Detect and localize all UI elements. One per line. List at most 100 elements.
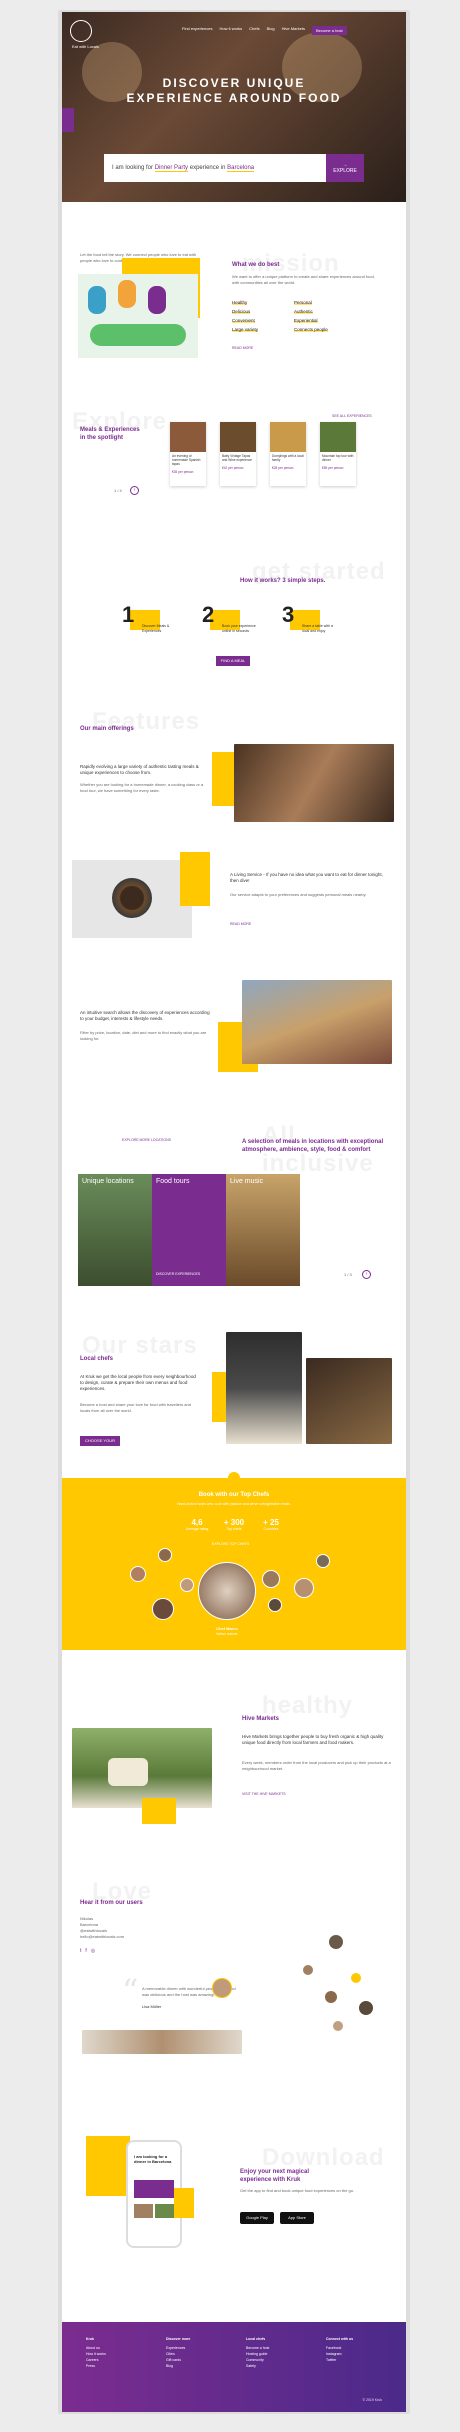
steps-title: How it works? 3 simple steps. (240, 578, 326, 584)
search-where-select[interactable]: Barcelona (227, 165, 255, 172)
card-price: €35 per person (172, 470, 194, 474)
person-illustration (88, 286, 106, 314)
step-text: Share a table with a local and enjoy (302, 624, 333, 633)
feature-body: Filter by price, location, date, diet an… (80, 1030, 207, 1041)
card-image (170, 422, 206, 452)
experience-card[interactable]: An evening of homemade Spanish tapas €35… (170, 422, 206, 486)
read-more-link[interactable]: READ MORE (230, 922, 251, 926)
footer-link[interactable]: Press (86, 2363, 106, 2369)
spotlight-title: Meals & Experiences in the spotlight (80, 426, 140, 442)
value-item: Connects people (294, 327, 328, 332)
hive-link[interactable]: VISIT THE HIVE MARKETS (242, 1792, 286, 1796)
footer-column-title: Discover more (166, 2337, 191, 2341)
chef-avatar[interactable] (158, 1548, 172, 1562)
chef-avatar[interactable] (152, 1598, 174, 1620)
values-right: Personal Authentic Experiential Connects… (294, 298, 364, 334)
explore-button[interactable]: → EXPLORE (326, 154, 364, 182)
download-body: Get the app to find and book unique food… (240, 2188, 355, 2193)
phone-image (155, 2204, 174, 2218)
user-avatar[interactable] (332, 2020, 344, 2032)
choose-chef-button[interactable]: CHOOSE YOUR CHEF (80, 1436, 120, 1453)
user-avatar[interactable] (212, 1978, 232, 1998)
search-what-select[interactable]: Dinner Party (154, 165, 189, 172)
explore-locations-link[interactable]: EXPLORE MORE LOCATIONS (122, 1138, 171, 1142)
hero-title-line: DISCOVER UNIQUE (162, 76, 306, 90)
logo-icon[interactable] (70, 20, 92, 42)
card-image (270, 422, 306, 452)
landing-page: Eat with Locals Find experiences How it … (62, 12, 406, 2412)
see-all-link[interactable]: SEE ALL EXPERIENCES (332, 414, 372, 418)
feature-photo (72, 860, 192, 938)
chef-avatar[interactable] (262, 1570, 280, 1588)
stat: 4,6 Average rating (182, 1518, 212, 1531)
experience-card[interactable]: Mountain top tour with dinner €55 per pe… (320, 422, 356, 486)
chef-avatar[interactable] (130, 1566, 146, 1582)
app-store-button[interactable]: App Store (280, 2212, 314, 2224)
footer-link[interactable]: Twitter (326, 2357, 353, 2363)
user-avatar[interactable] (358, 2000, 374, 2016)
user-avatar[interactable] (328, 1934, 344, 1950)
values-left: Healthy Delicious Convenient Large varie… (232, 298, 292, 334)
stat-value: 4,6 (191, 1518, 203, 1527)
user-avatar[interactable] (324, 1990, 338, 2004)
search-query[interactable]: I am looking for Dinner Party experience… (104, 165, 326, 172)
read-more-link[interactable]: READ MORE (232, 346, 253, 350)
chef-photo (226, 1332, 302, 1444)
footer: Kruk About us How it works Careers Press… (62, 2322, 406, 2412)
chefs-title: Local chefs (80, 1356, 114, 1362)
experience-card[interactable]: Dumplings with a local family €28 per pe… (270, 422, 306, 486)
pager-count: 1 / 3 (344, 1272, 352, 1277)
mission-title: What we do best (232, 262, 280, 268)
hero-title: DISCOVER UNIQUE EXPERIENCE AROUND FOOD (62, 76, 406, 106)
tile-food-tours[interactable]: Food tours DISCOVER EXPERIENCES (152, 1174, 226, 1286)
tile-live-music[interactable]: Live music (226, 1174, 300, 1286)
top-nav: Find experiences How it works Chefs Blog… (182, 26, 347, 35)
spotlight-title-line: Meals & Experiences (80, 427, 140, 433)
chef-avatar[interactable] (316, 1554, 330, 1568)
nav-item[interactable]: Chefs (249, 26, 259, 35)
arrow-right-icon[interactable]: › (130, 486, 139, 495)
step-number: 2 (202, 602, 215, 627)
feature-title: An intuitive search allows the discovery… (80, 1010, 210, 1021)
become-host-button[interactable]: Become a host (311, 26, 347, 35)
experience-card[interactable]: Baby Vintage Tapas and Wine experience €… (220, 422, 256, 486)
footer-link[interactable]: Safety (246, 2363, 269, 2369)
phone-title: I am looking for a dinner in Barcelona (134, 2154, 172, 2164)
footer-link[interactable]: Blog (166, 2363, 190, 2369)
chef-avatar[interactable] (268, 1598, 282, 1612)
chef-avatar[interactable] (294, 1578, 314, 1598)
nav-item[interactable]: How it works (219, 26, 242, 35)
person-illustration (148, 286, 166, 314)
instagram-icon[interactable]: ◎ (91, 1948, 95, 1954)
facebook-icon[interactable]: f (85, 1948, 86, 1954)
stat-value: + 300 (223, 1518, 245, 1527)
user-avatar[interactable] (350, 1972, 362, 1984)
tile-link[interactable]: DISCOVER EXPERIENCES (156, 1270, 200, 1278)
value-item: Delicious (232, 309, 251, 314)
twitter-icon[interactable]: t (80, 1948, 81, 1954)
explore-label: EXPLORE (333, 168, 357, 174)
featured-chef-avatar[interactable] (198, 1562, 256, 1620)
search-bar: I am looking for Dinner Party experience… (104, 154, 364, 182)
user-avatar[interactable] (302, 1964, 314, 1976)
explore-chefs-link[interactable]: EXPLORE TOP CHEFS (212, 1542, 249, 1546)
top-chefs-section: Book with our Top Chefs Hand-picked host… (62, 1472, 406, 1650)
card-image (320, 422, 356, 452)
value-item: Convenient (232, 318, 255, 323)
chef-avatar[interactable] (180, 1578, 194, 1592)
footer-column-title: Kruk (86, 2337, 94, 2341)
nav-item[interactable]: Hive Markets (282, 26, 305, 35)
footer-column-title: Connect with us (326, 2337, 354, 2341)
find-meal-button[interactable]: FIND A MEAL (216, 656, 250, 666)
chef-role: Italian cuisine (216, 1632, 238, 1636)
tile-label: Live music (230, 1178, 264, 1185)
tile-unique-locations[interactable]: Unique locations (78, 1174, 152, 1286)
step-number: 1 (122, 602, 135, 627)
google-play-button[interactable]: Google Play (240, 2212, 274, 2224)
nav-item[interactable]: Find experiences (182, 26, 212, 35)
contact-line[interactable]: hello@eatwithlocals.com (80, 1934, 140, 1940)
search-mid: experience in (189, 165, 226, 171)
value-item: Experiential (294, 318, 318, 323)
arrow-right-icon[interactable]: › (362, 1270, 371, 1279)
nav-item[interactable]: Blog (267, 26, 275, 35)
